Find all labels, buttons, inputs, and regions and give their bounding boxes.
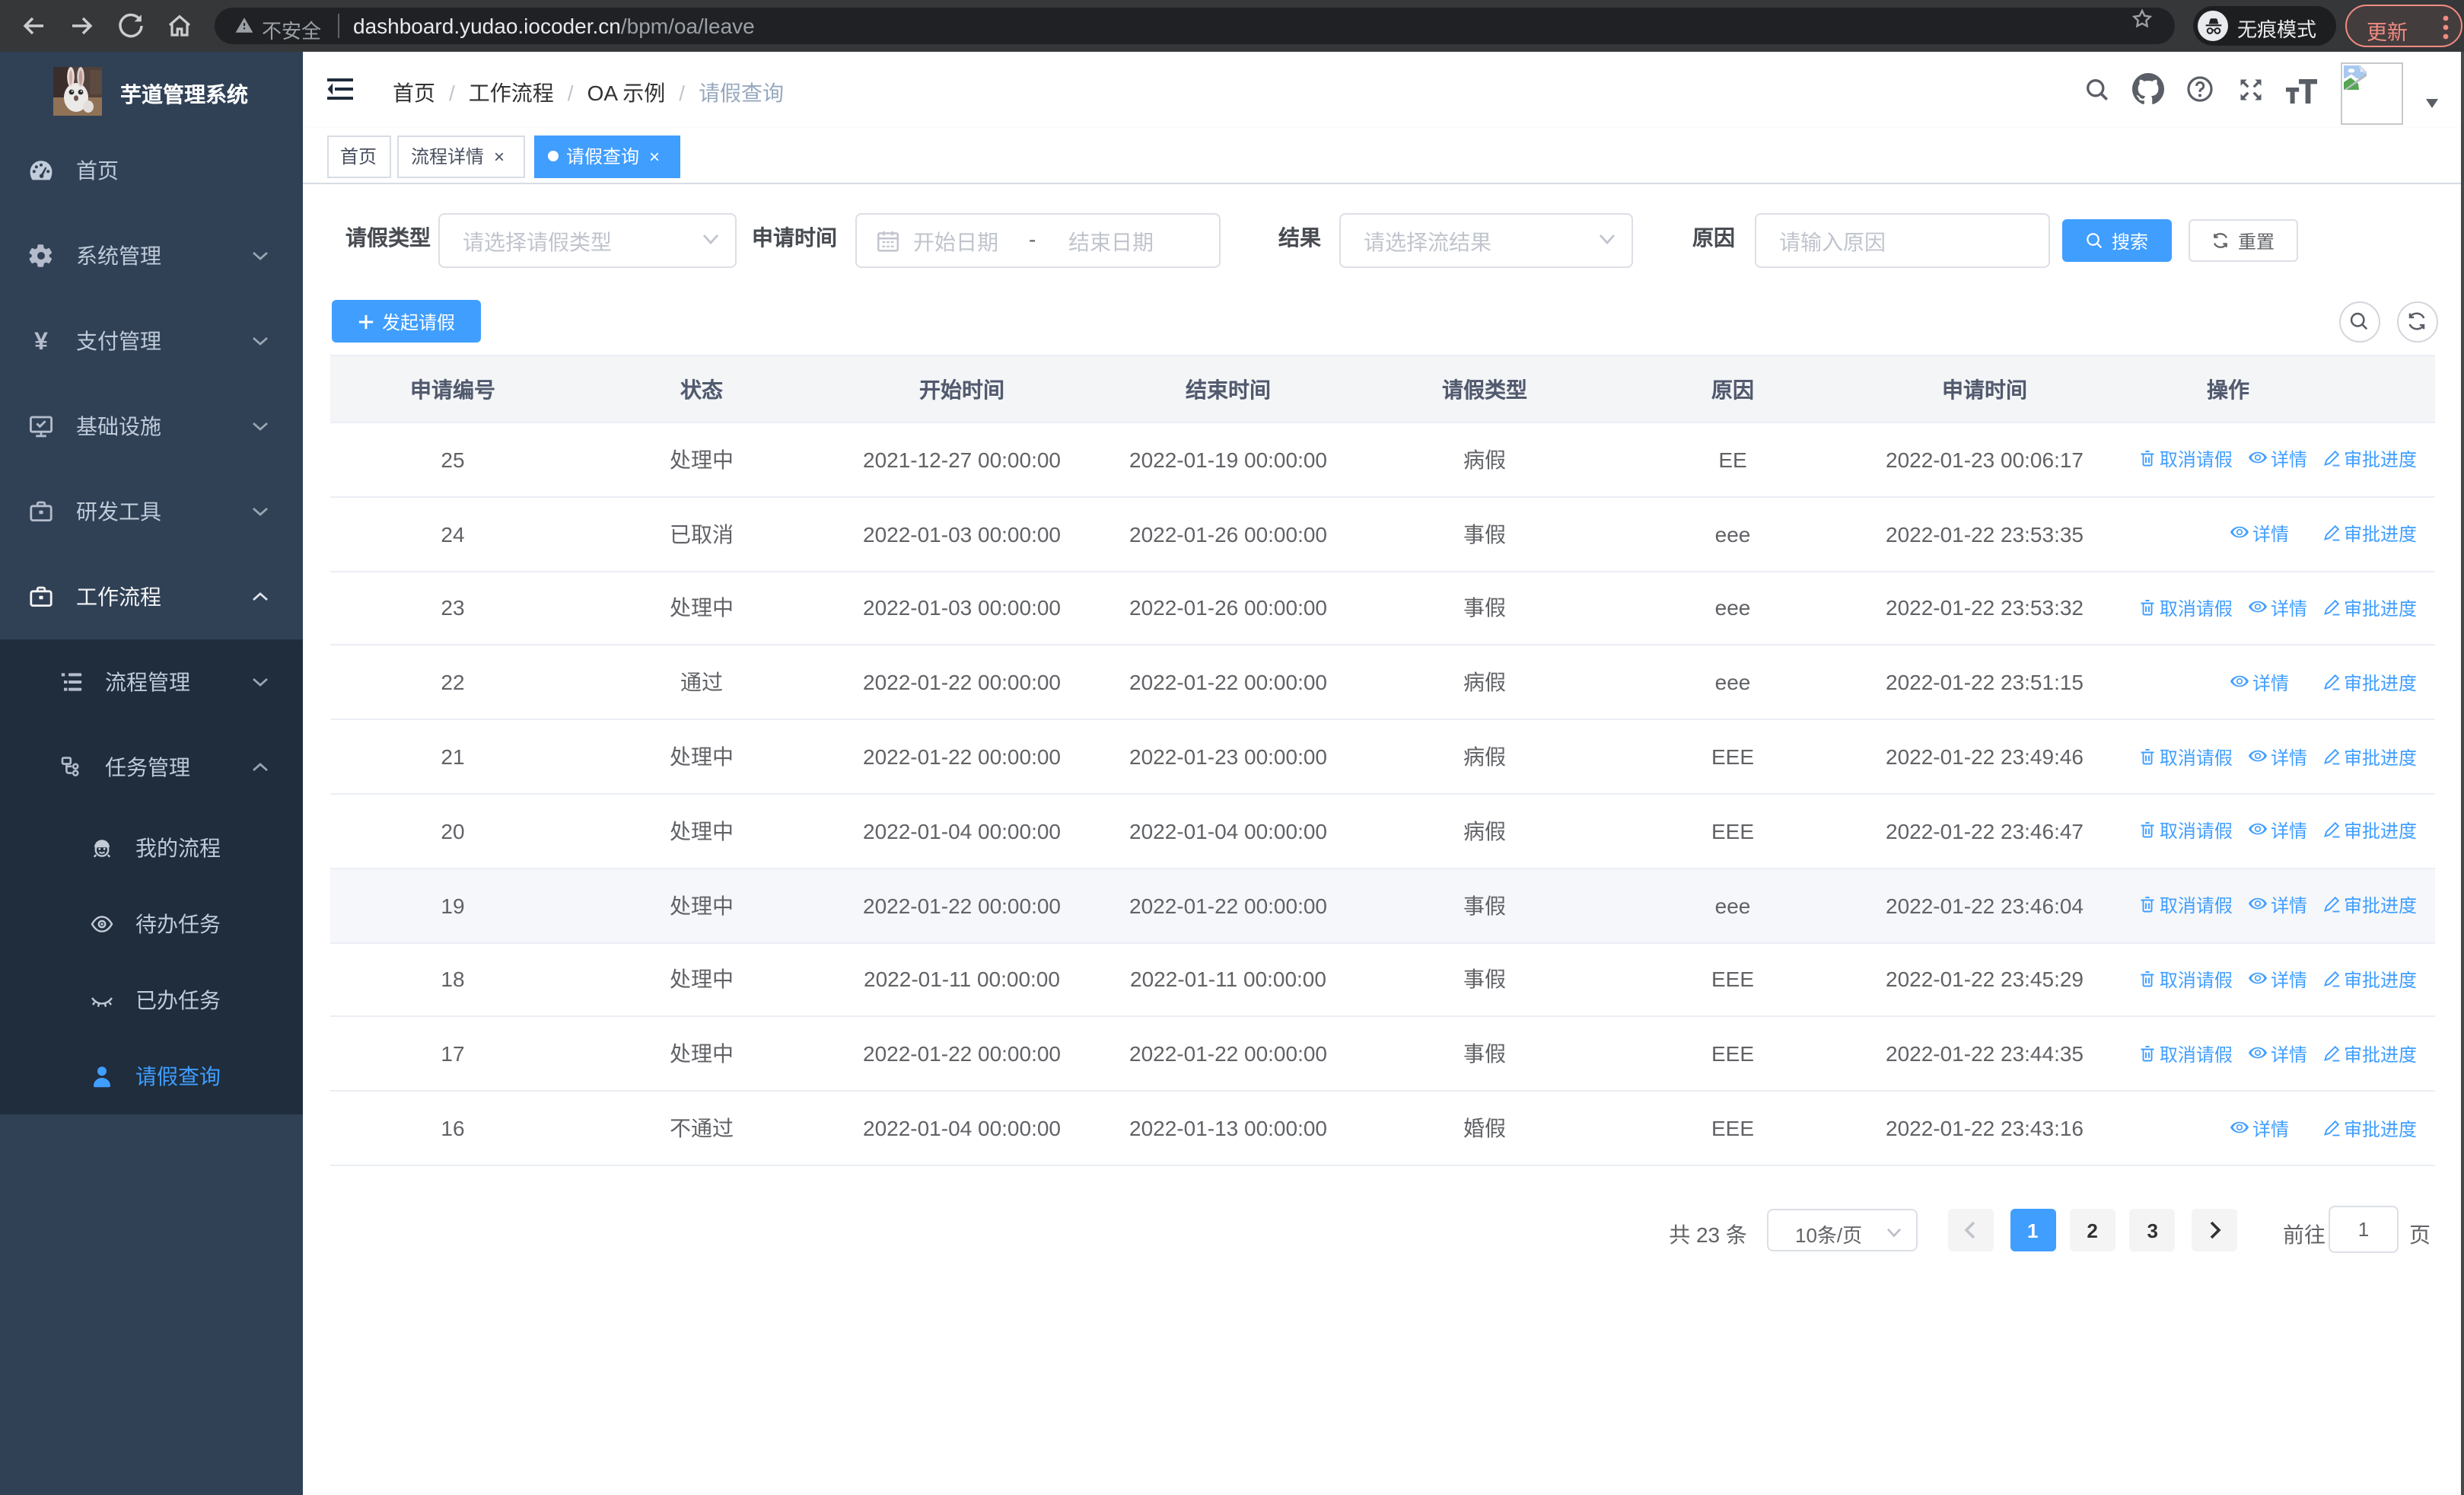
- svg-text:¥: ¥: [34, 329, 48, 353]
